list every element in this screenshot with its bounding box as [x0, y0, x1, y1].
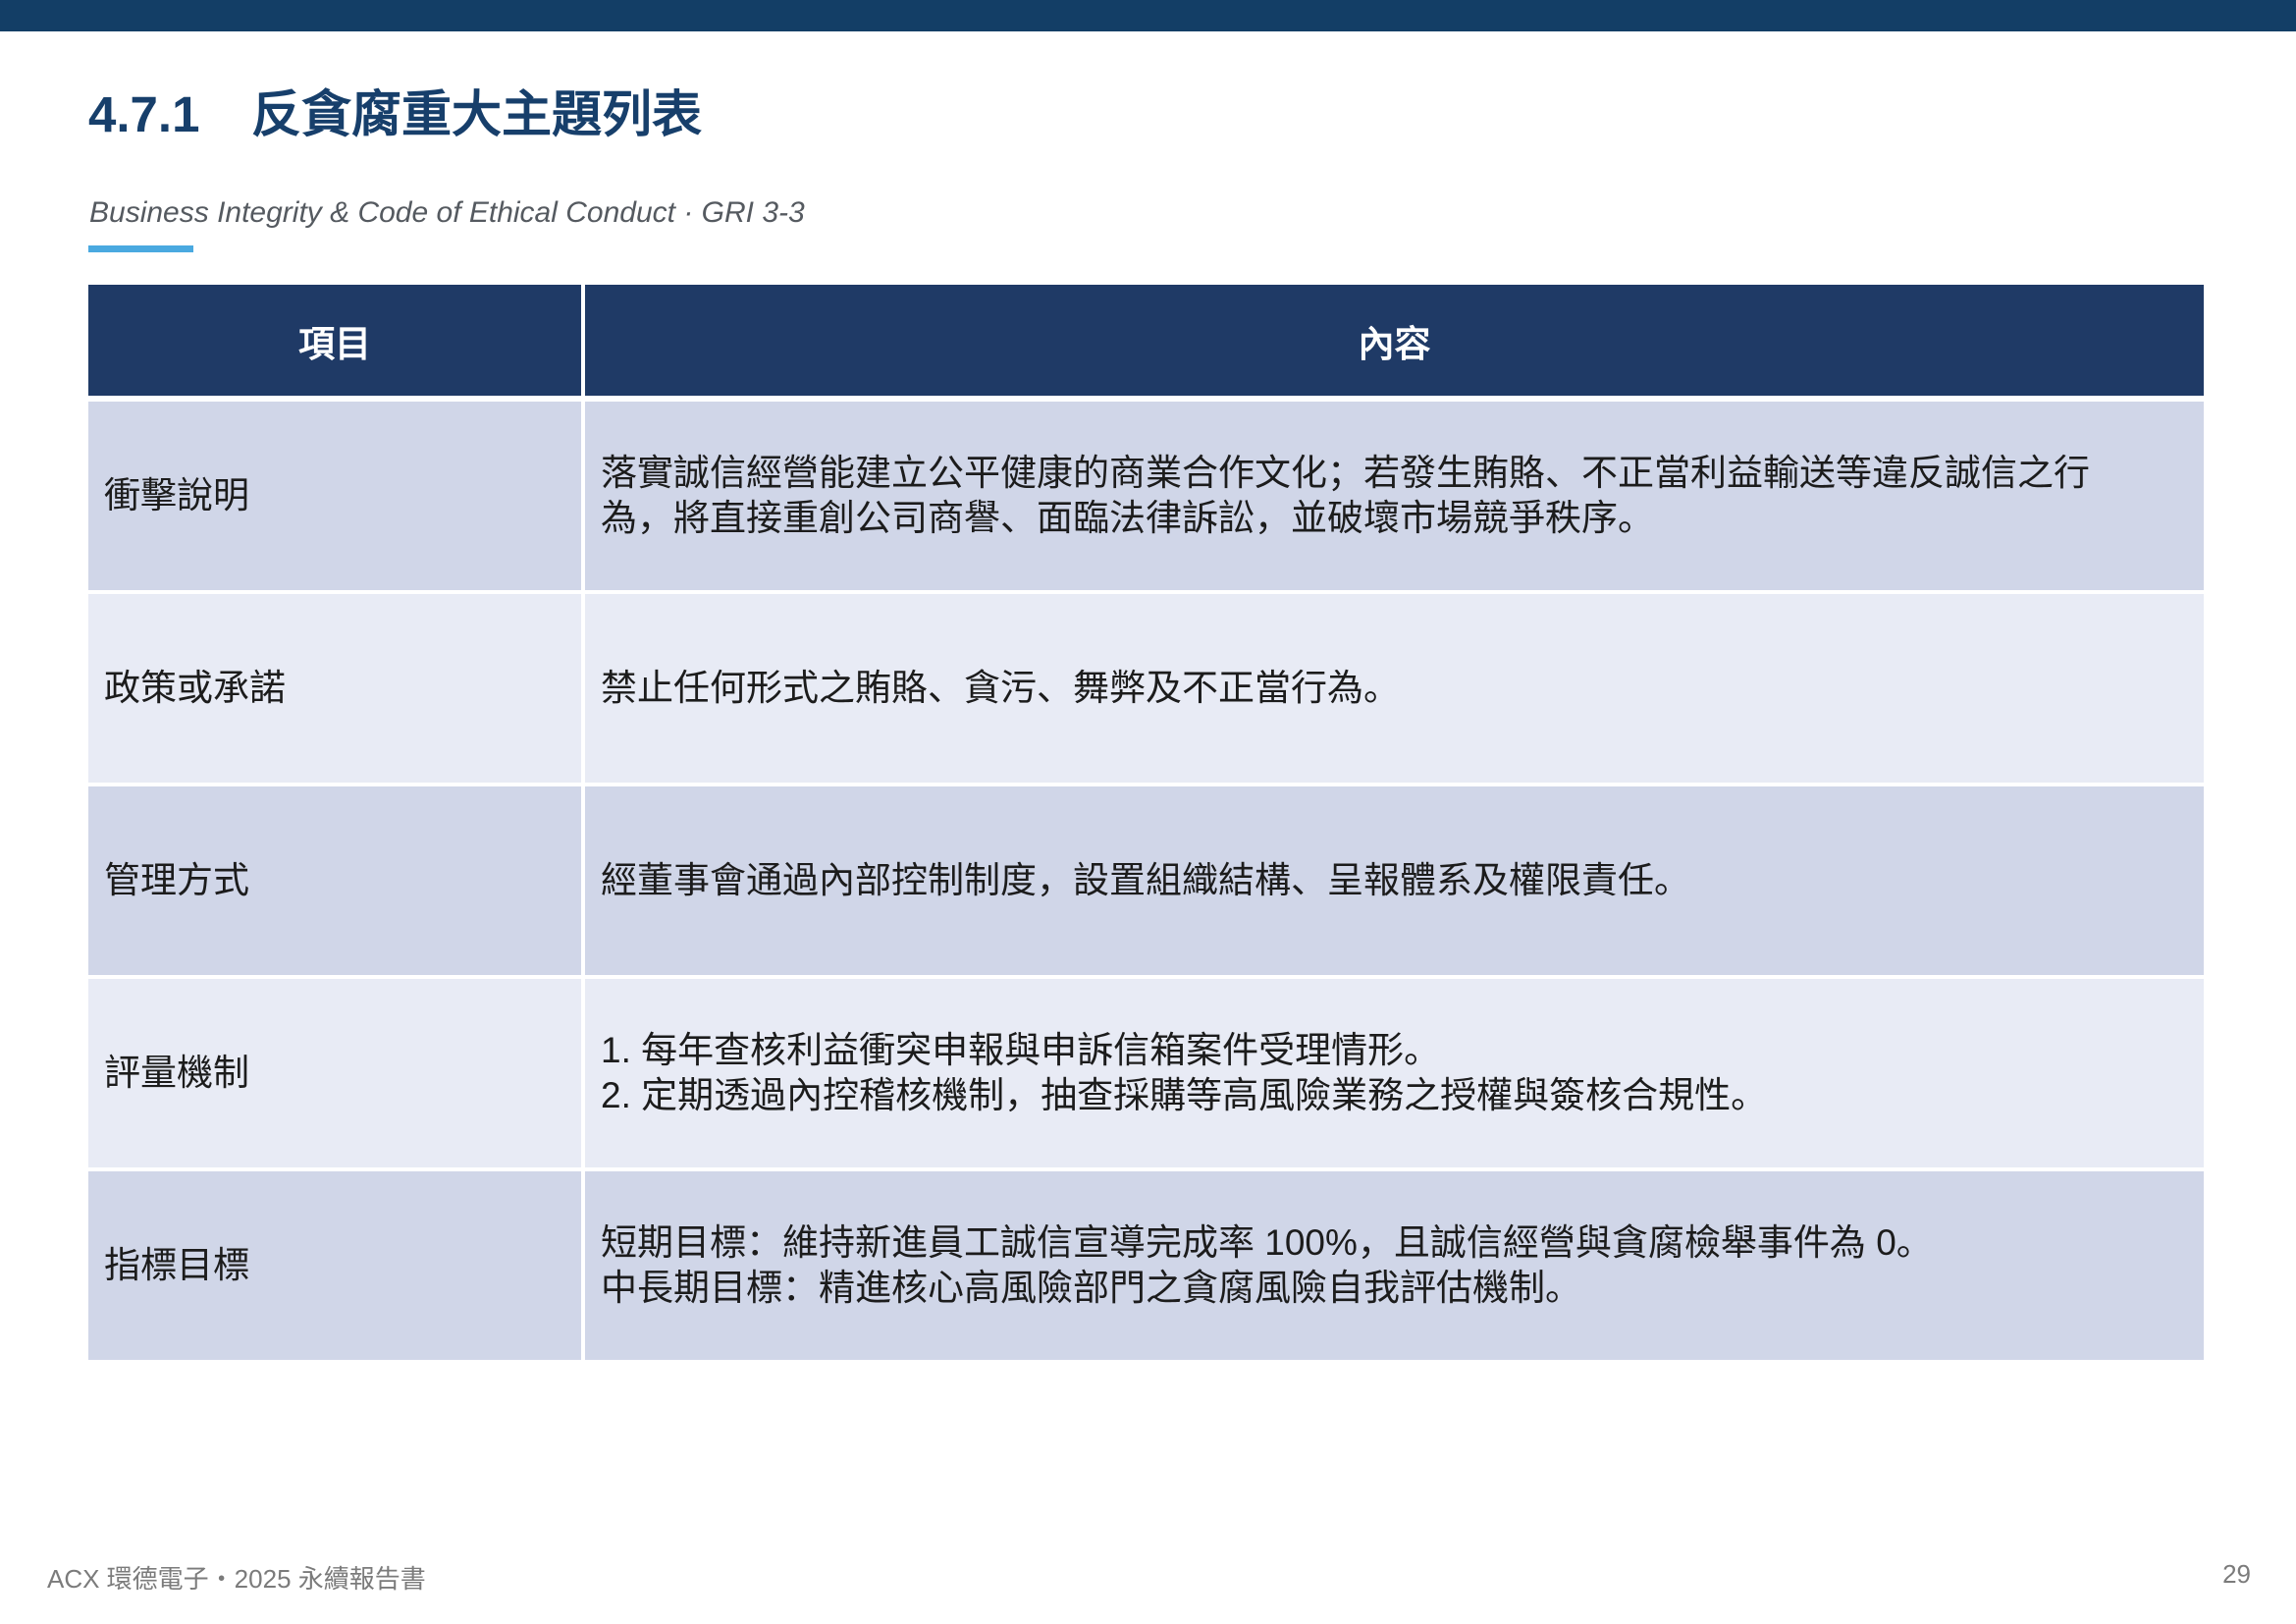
- row-label: 政策或承諾: [88, 594, 581, 783]
- row-label: 管理方式: [88, 786, 581, 975]
- row-content: 經董事會通過內部控制制度，設置組織結構、呈報體系及權限責任。: [585, 786, 2204, 975]
- content-line: 為，將直接重創公司商譽、面臨法律訴訟，並破壞市場競爭秩序。: [601, 498, 1654, 538]
- content-line: 禁止任何形式之賄賂、貪污、舞弊及不正當行為。: [601, 668, 1400, 708]
- section-title-text: 反貪腐重大主題列表: [251, 86, 703, 142]
- page-subtitle: Business Integrity & Code of Ethical Con…: [89, 196, 805, 229]
- page-title: 4.7.1 反貪腐重大主題列表: [88, 81, 702, 149]
- column-header-item: 項目: [88, 285, 581, 396]
- table-row: 衝擊說明 落實誠信經營能建立公平健康的商業合作文化；若發生賄賂、不正當利益輸送等…: [88, 402, 2204, 590]
- row-label: 指標目標: [88, 1171, 581, 1360]
- section-number: 4.7.1: [88, 86, 200, 142]
- table-row: 管理方式 經董事會通過內部控制制度，設置組織結構、呈報體系及權限責任。: [88, 786, 2204, 975]
- table-row: 指標目標 短期目標：維持新進員工誠信宣導完成率 100%，且誠信經營與貪腐檢舉事…: [88, 1171, 2204, 1360]
- row-content: 落實誠信經營能建立公平健康的商業合作文化；若發生賄賂、不正當利益輸送等違反誠信之…: [585, 402, 2204, 590]
- footer-page-number: 29: [2222, 1559, 2251, 1589]
- row-content: 1. 每年查核利益衝突申報與申訴信箱案件受理情形。 2. 定期透過內控稽核機制，…: [585, 979, 2204, 1167]
- top-banner-bar: [0, 0, 2296, 31]
- content-line: 經董事會通過內部控制制度，設置組織結構、呈報體系及權限責任。: [601, 860, 1690, 900]
- content-line: 落實誠信經營能建立公平健康的商業合作文化；若發生賄賂、不正當利益輸送等違反誠信之…: [601, 453, 2090, 493]
- row-label: 衝擊說明: [88, 402, 581, 590]
- subtitle-accent-line: [88, 245, 193, 252]
- content-line: 1. 每年查核利益衝突申報與申訴信箱案件受理情形。: [601, 1030, 1441, 1070]
- table-header: 項目 內容: [88, 285, 2204, 396]
- content-line: 短期目標：維持新進員工誠信宣導完成率 100%，且誠信經營與貪腐檢舉事件為 0。: [601, 1222, 1933, 1263]
- footer-report-title: ACX 環德電子・2025 永續報告書: [47, 1564, 426, 1594]
- content-line: 2. 定期透過內控稽核機制，抽查採購等高風險業務之授權與簽核合規性。: [601, 1075, 1768, 1115]
- row-content: 禁止任何形式之賄賂、貪污、舞弊及不正當行為。: [585, 594, 2204, 783]
- table-row: 政策或承諾 禁止任何形式之賄賂、貪污、舞弊及不正當行為。: [88, 594, 2204, 783]
- row-content: 短期目標：維持新進員工誠信宣導完成率 100%，且誠信經營與貪腐檢舉事件為 0。…: [585, 1171, 2204, 1360]
- table-row: 評量機制 1. 每年查核利益衝突申報與申訴信箱案件受理情形。 2. 定期透過內控…: [88, 979, 2204, 1167]
- column-header-content: 內容: [585, 285, 2204, 396]
- row-label: 評量機制: [88, 979, 581, 1167]
- content-line: 中長期目標：精進核心高風險部門之貪腐風險自我評估機制。: [601, 1268, 1581, 1308]
